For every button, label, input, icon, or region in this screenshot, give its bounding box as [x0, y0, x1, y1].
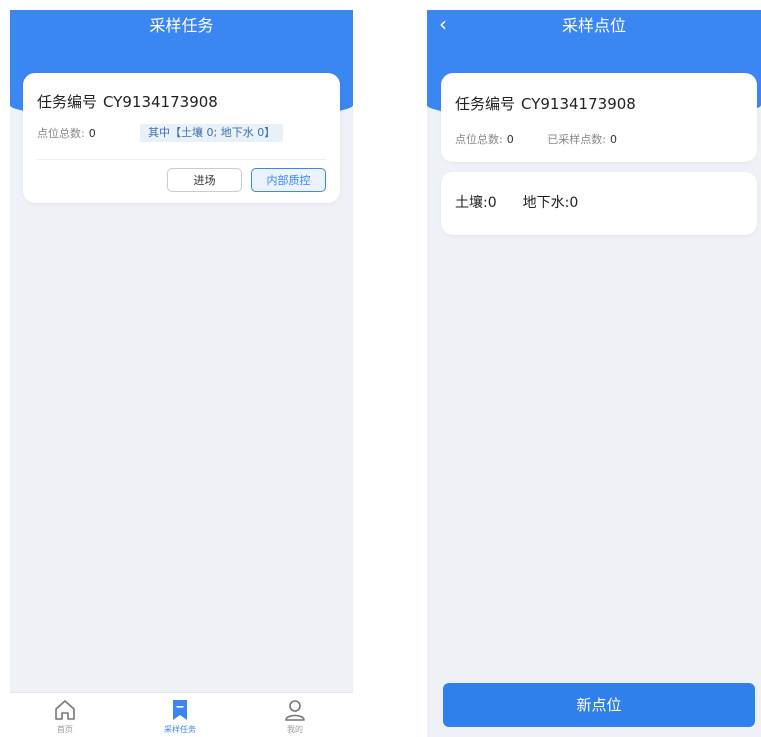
sample-type-counts-card: 土壤:0 地下水:0: [441, 172, 757, 235]
soil-count-value: 0: [487, 195, 497, 211]
sampled-count-value: 0: [609, 133, 617, 146]
bookmark-icon: [173, 700, 187, 720]
point-total-label: 点位总数:: [37, 127, 85, 140]
groundwater-count-label: 地下水:: [522, 195, 570, 211]
point-total: 点位总数: 0: [37, 125, 96, 141]
task-summary-card: 任务编号 CY9134173908 点位总数: 0 已采样点数: 0: [441, 73, 757, 162]
soil-count: 土壤:0: [455, 195, 497, 211]
point-breakdown-badge: 其中【土壤 0; 地下水 0】: [140, 124, 284, 142]
tab-home[interactable]: 首页: [25, 693, 105, 737]
tab-sampling-tasks-label: 采样任务: [164, 725, 196, 734]
user-icon: [285, 700, 305, 721]
enter-site-button[interactable]: 进场: [167, 168, 242, 192]
tab-mine-label: 我的: [287, 725, 303, 734]
sampled-count-label: 已采样点数:: [547, 133, 606, 146]
sampling-points-screen: ‹ 采样点位 任务编号 CY9134173908 点位总数: 0 已采样点数: 0 土…: [427, 10, 761, 737]
tab-bar: 首页 采样任务 我的: [10, 692, 353, 737]
internal-qc-button[interactable]: 内部质控: [251, 168, 326, 192]
groundwater-count: 地下水:0: [523, 195, 579, 211]
point-stats: 点位总数: 0 已采样点数: 0: [455, 131, 617, 147]
home-icon: [55, 700, 75, 720]
point-total-label: 点位总数:: [455, 133, 503, 146]
task-number-label: 任务编号: [455, 95, 516, 113]
task-card[interactable]: 任务编号 CY9134173908 点位总数: 0 其中【土壤 0; 地下水 0】 …: [23, 73, 340, 203]
task-number: 任务编号 CY9134173908: [455, 93, 636, 114]
tab-home-label: 首页: [57, 725, 73, 734]
soil-count-label: 土壤:: [455, 195, 488, 211]
task-number-value: CY9134173908: [521, 95, 636, 113]
sample-type-counts: 土壤:0 地下水:0: [455, 192, 578, 212]
sampling-tasks-screen: 采样任务 任务编号 CY9134173908 点位总数: 0 其中【土壤 0; 地下…: [10, 10, 353, 737]
groundwater-count-value: 0: [569, 195, 579, 211]
divider: [37, 159, 326, 160]
page-title: 采样点位: [561, 16, 626, 35]
task-number-label: 任务编号: [37, 93, 98, 111]
tab-sampling-tasks[interactable]: 采样任务: [140, 693, 220, 737]
new-point-button[interactable]: 新点位: [443, 683, 755, 727]
page-title: 采样任务: [149, 16, 214, 35]
tab-mine[interactable]: 我的: [255, 693, 335, 737]
task-number-value: CY9134173908: [103, 93, 218, 111]
task-number: 任务编号 CY9134173908: [37, 91, 218, 112]
point-total-value: 0: [88, 127, 96, 140]
point-total-value: 0: [506, 133, 514, 146]
